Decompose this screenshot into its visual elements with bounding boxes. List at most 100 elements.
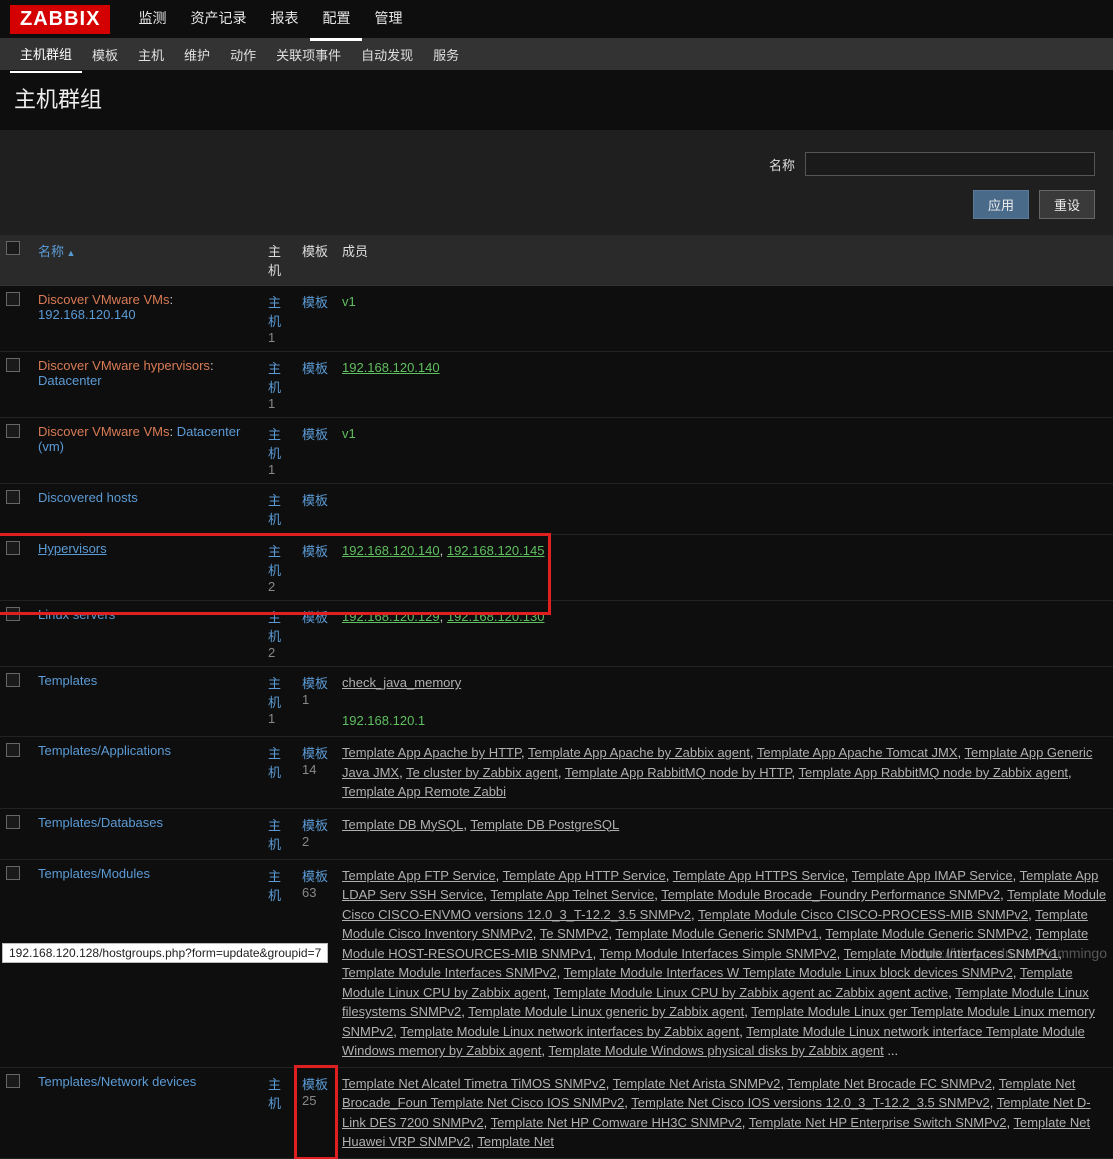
- mainnav-item[interactable]: 资产记录: [178, 0, 258, 41]
- mainnav-item[interactable]: 监测: [126, 0, 178, 41]
- subnav-item[interactable]: 服务: [423, 37, 469, 72]
- mainnav-item[interactable]: 配置: [310, 0, 362, 41]
- member-link[interactable]: Te SNMPv2: [540, 926, 609, 941]
- row-checkbox[interactable]: [6, 1074, 20, 1088]
- group-name-link[interactable]: 192.168.120.140: [38, 307, 136, 322]
- header-name[interactable]: 名称: [32, 235, 262, 286]
- member-link[interactable]: Te cluster by Zabbix agent: [406, 765, 558, 780]
- reset-button[interactable]: 重设: [1039, 190, 1095, 219]
- group-name-link[interactable]: Templates/Modules: [38, 866, 150, 881]
- hosts-link[interactable]: 主机: [268, 295, 281, 329]
- member-link[interactable]: Template Net Alcatel Timetra TiMOS SNMPv…: [342, 1076, 606, 1091]
- templates-link[interactable]: 模板: [302, 610, 328, 625]
- member-link[interactable]: Template DB PostgreSQL: [470, 817, 619, 832]
- member-link[interactable]: Template App HTTP Service: [503, 868, 666, 883]
- hosts-link[interactable]: 主机: [268, 676, 281, 710]
- member-link[interactable]: Template Net HP Comware HH3C SNMPv2: [491, 1115, 742, 1130]
- hosts-link[interactable]: 主机: [268, 746, 281, 780]
- member-link[interactable]: Template Module Interfaces SNMPv2: [342, 965, 557, 980]
- subnav-item[interactable]: 动作: [220, 37, 266, 72]
- hosts-link[interactable]: 主机: [268, 427, 281, 461]
- member-link[interactable]: Template App Telnet Service: [490, 887, 654, 902]
- member-link[interactable]: Template Net Cisco IOS versions 12.0_3_T…: [631, 1095, 989, 1110]
- templates-link[interactable]: 模板: [302, 295, 328, 310]
- logo[interactable]: ZABBIX: [10, 5, 110, 34]
- group-name-link[interactable]: Templates/Databases: [38, 815, 163, 830]
- member-link[interactable]: Template Module Cisco CISCO-PROCESS-MIB …: [698, 907, 1028, 922]
- member-link[interactable]: Template App HTTPS Service: [673, 868, 845, 883]
- row-checkbox[interactable]: [6, 607, 20, 621]
- templates-link[interactable]: 模板: [302, 746, 328, 761]
- hosts-link[interactable]: 主机: [268, 818, 281, 852]
- group-name-link[interactable]: Templates/Applications: [38, 743, 171, 758]
- row-checkbox[interactable]: [6, 358, 20, 372]
- row-checkbox[interactable]: [6, 490, 20, 504]
- filter-name-input[interactable]: [805, 152, 1095, 176]
- subnav-item[interactable]: 主机: [128, 37, 174, 72]
- subnav-item[interactable]: 主机群组: [10, 36, 82, 73]
- row-checkbox[interactable]: [6, 424, 20, 438]
- group-name-link[interactable]: Discover VMware VMs: [38, 424, 169, 439]
- row-checkbox[interactable]: [6, 815, 20, 829]
- member-link[interactable]: 192.168.120.140: [342, 543, 440, 558]
- member-link[interactable]: Template App Apache Tomcat JMX: [757, 745, 958, 760]
- templates-link[interactable]: 模板: [302, 493, 328, 508]
- group-name-link[interactable]: Linux servers: [38, 607, 115, 622]
- templates-link[interactable]: 模板: [302, 676, 328, 691]
- member-link[interactable]: Template DB MySQL: [342, 817, 463, 832]
- group-name-link[interactable]: Discovered hosts: [38, 490, 138, 505]
- member-link[interactable]: 192.168.120.140: [342, 360, 440, 375]
- templates-link[interactable]: 模板: [302, 1077, 328, 1092]
- group-name-link[interactable]: Discover VMware VMs: [38, 292, 169, 307]
- group-name-link[interactable]: Discover VMware hypervisors: [38, 358, 210, 373]
- templates-link[interactable]: 模板: [302, 361, 328, 376]
- member-link[interactable]: Template Module Linux generic by Zabbix …: [468, 1004, 744, 1019]
- subnav-item[interactable]: 关联项事件: [266, 37, 351, 72]
- member-link[interactable]: Template App IMAP Service: [852, 868, 1013, 883]
- subnav-item[interactable]: 维护: [174, 37, 220, 72]
- row-checkbox[interactable]: [6, 292, 20, 306]
- member-link[interactable]: Template Net Arista SNMPv2: [613, 1076, 781, 1091]
- group-name-link[interactable]: Hypervisors: [38, 541, 107, 556]
- mainnav-item[interactable]: 报表: [258, 0, 310, 41]
- templates-link[interactable]: 模板: [302, 427, 328, 442]
- group-name-link[interactable]: Templates/Network devices: [38, 1074, 196, 1089]
- hosts-link[interactable]: 主机: [268, 869, 281, 903]
- templates-link[interactable]: 模板: [302, 544, 328, 559]
- member-link[interactable]: Template Net Brocade FC SNMPv2: [787, 1076, 991, 1091]
- member-link[interactable]: 192.168.120.1: [342, 713, 425, 728]
- member-link[interactable]: Template Module Generic SNMPv1: [615, 926, 818, 941]
- member-link[interactable]: Temp Module Interfaces Simple SNMPv2: [600, 946, 837, 961]
- mainnav-item[interactable]: 管理: [362, 0, 414, 41]
- member-link[interactable]: 192.168.120.129: [342, 609, 440, 624]
- member-link[interactable]: Template App RabbitMQ node by HTTP: [565, 765, 792, 780]
- member-link[interactable]: v1: [342, 294, 356, 309]
- member-link[interactable]: Template Net HP Enterprise Switch SNMPv2: [749, 1115, 1007, 1130]
- member-link[interactable]: 192.168.120.145: [447, 543, 545, 558]
- hosts-link[interactable]: 主机: [268, 361, 281, 395]
- member-link[interactable]: Template App FTP Service: [342, 868, 496, 883]
- apply-button[interactable]: 应用: [973, 190, 1029, 219]
- subnav-item[interactable]: 自动发现: [351, 37, 423, 72]
- hosts-link[interactable]: 主机: [268, 493, 281, 527]
- member-link[interactable]: check_java_memory: [342, 675, 461, 690]
- member-link[interactable]: Template Net: [477, 1134, 554, 1149]
- row-checkbox[interactable]: [6, 673, 20, 687]
- row-checkbox[interactable]: [6, 541, 20, 555]
- templates-link[interactable]: 模板: [302, 869, 328, 884]
- member-link[interactable]: v1: [342, 426, 356, 441]
- member-link[interactable]: Template Module Brocade_Foundry Performa…: [661, 887, 1000, 902]
- hosts-link[interactable]: 主机: [268, 610, 281, 644]
- member-link[interactable]: Template App Apache by Zabbix agent: [528, 745, 750, 760]
- hosts-link[interactable]: 主机: [268, 1077, 281, 1111]
- member-link[interactable]: Template Module Windows physical disks b…: [548, 1043, 883, 1058]
- row-checkbox[interactable]: [6, 743, 20, 757]
- member-link[interactable]: Template App Apache by HTTP: [342, 745, 521, 760]
- member-link[interactable]: Template Module Linux network interfaces…: [400, 1024, 739, 1039]
- select-all-checkbox[interactable]: [6, 241, 20, 255]
- subnav-item[interactable]: 模板: [82, 37, 128, 72]
- member-link[interactable]: Template Module Generic SNMPv2: [825, 926, 1028, 941]
- row-checkbox[interactable]: [6, 866, 20, 880]
- member-link[interactable]: 192.168.120.130: [447, 609, 545, 624]
- member-link[interactable]: Template App Remote Zabbi: [342, 784, 506, 799]
